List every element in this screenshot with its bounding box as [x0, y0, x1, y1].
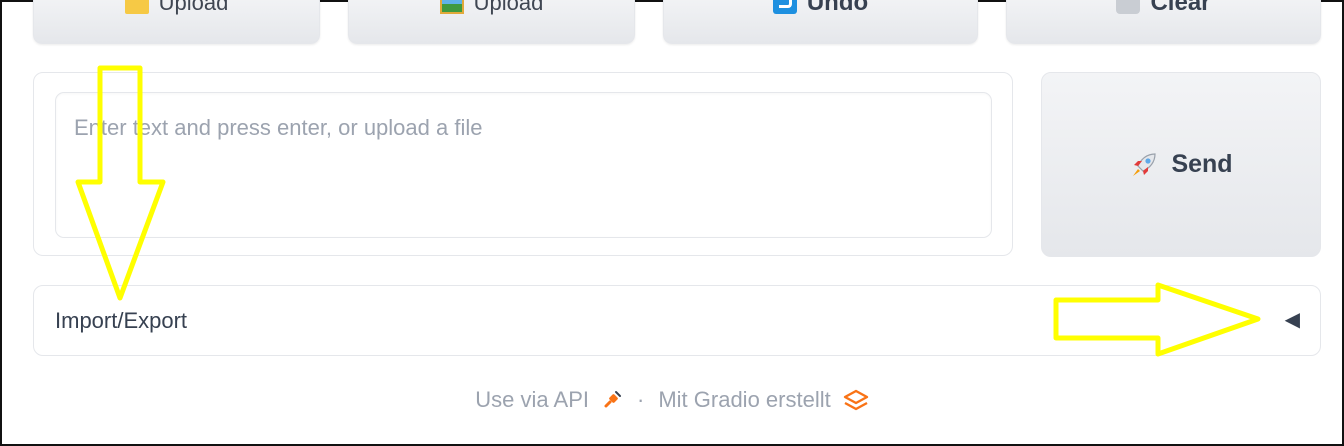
send-button[interactable]: Send	[1041, 72, 1321, 257]
chat-input-placeholder: Enter text and press enter, or upload a …	[74, 115, 483, 140]
upload-file-button[interactable]: Upload	[33, 0, 320, 44]
app-frame: Upload Upload Undo Clear Enter text and …	[0, 0, 1344, 446]
undo-label: Undo	[806, 0, 869, 16]
chat-input-textarea[interactable]: Enter text and press enter, or upload a …	[55, 92, 992, 238]
footer-separator: ·	[637, 387, 645, 412]
rocket-icon	[1133, 152, 1157, 176]
import-export-accordion[interactable]: Import/Export ◀	[33, 285, 1321, 356]
undo-arrow-icon	[772, 0, 797, 14]
chat-input-card: Enter text and press enter, or upload a …	[33, 72, 1013, 256]
gradio-link[interactable]: Mit Gradio erstellt	[658, 387, 868, 413]
api-plug-icon	[604, 391, 621, 408]
made-with-gradio-label: Mit Gradio erstellt	[658, 387, 831, 412]
upload-file-label: Upload	[158, 0, 229, 15]
footer: Use via API · Mit Gradio erstellt	[2, 387, 1342, 413]
upload-image-button[interactable]: Upload	[348, 0, 635, 44]
upload-image-label: Upload	[473, 0, 544, 15]
wastebasket-icon	[1116, 0, 1141, 14]
use-via-api-label: Use via API	[475, 387, 589, 412]
send-label: Send	[1171, 150, 1233, 178]
collapse-triangle-icon[interactable]: ◀	[1285, 308, 1300, 332]
gradio-logo-icon	[843, 389, 868, 411]
clear-button[interactable]: Clear	[1006, 0, 1321, 44]
folder-icon	[124, 0, 149, 14]
accordion-title: Import/Export	[55, 308, 188, 333]
image-icon	[439, 0, 464, 14]
undo-button[interactable]: Undo	[663, 0, 978, 44]
clear-label: Clear	[1150, 0, 1211, 16]
use-via-api-link[interactable]: Use via API	[475, 387, 623, 413]
